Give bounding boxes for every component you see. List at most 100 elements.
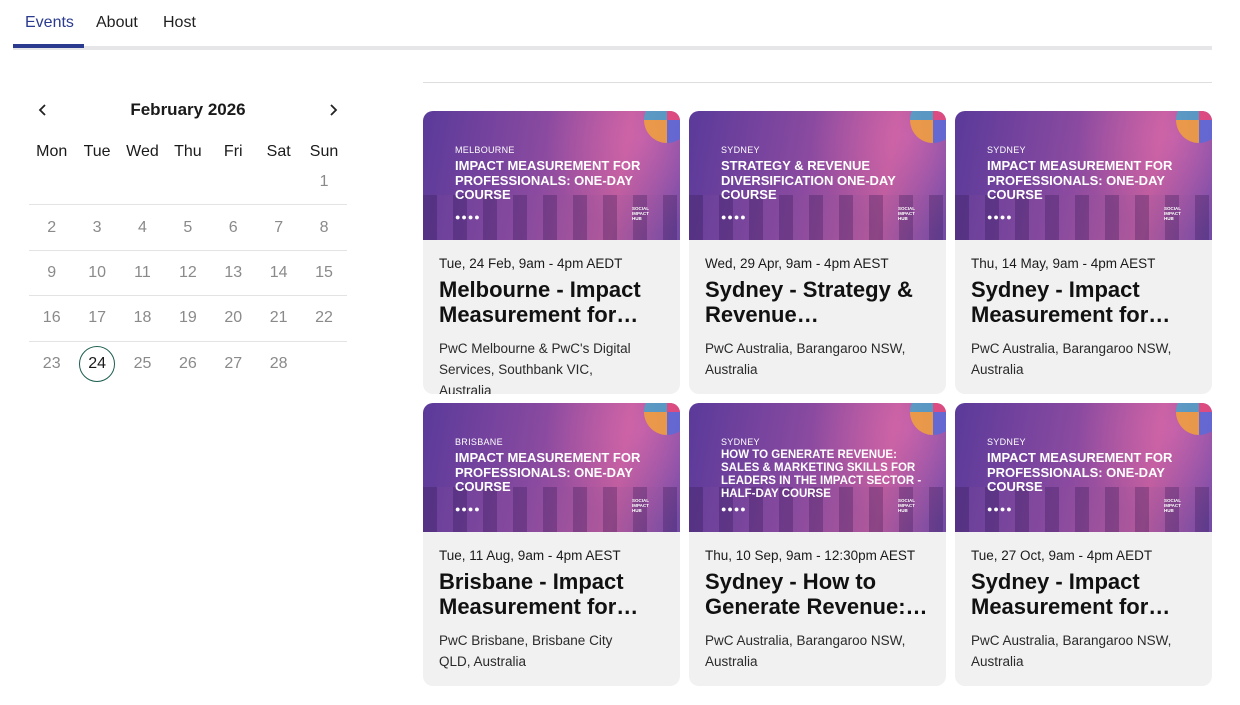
event-location: PwC Brisbane, Brisbane City QLD, Austral… — [439, 633, 613, 669]
event-location: PwC Melbourne & PwC's Digital Services, … — [439, 341, 631, 394]
event-date: Thu, 10 Sep, 9am - 12:30pm AEST — [705, 548, 916, 563]
banner-dots: ●●●● — [987, 212, 1013, 222]
calendar-week-row: 16 17 18 19 20 21 22 — [29, 296, 347, 342]
calendar-day[interactable]: 12 — [165, 255, 210, 291]
event-title[interactable]: Sydney - Strategy & Revenue Diversificat… — [705, 277, 935, 327]
banner-logo: SOCIAL IMPACT HUB — [1164, 498, 1181, 513]
event-card[interactable]: BRISBANE IMPACT MEASUREMENT FOR PROFESSI… — [423, 403, 680, 686]
event-title[interactable]: Sydney - Impact Measurement for Professi… — [971, 569, 1201, 619]
banner-logo: SOCIAL IMPACT HUB — [632, 498, 649, 513]
event-card[interactable]: SYDNEY HOW TO GENERATE REVENUE: SALES & … — [689, 403, 946, 686]
calendar-day[interactable]: 14 — [256, 255, 301, 291]
tab-host[interactable]: Host — [163, 14, 196, 32]
banner-title: IMPACT MEASUREMENT FOR PROFESSIONALS: ON… — [455, 158, 641, 202]
banner-dots: ●●●● — [987, 504, 1013, 514]
calendar-day[interactable]: 27 — [211, 346, 256, 382]
calendar-day[interactable]: 25 — [120, 346, 165, 382]
calendar-grid: 1 2 3 4 5 6 7 8 9 10 11 12 13 14 15 16 17 18 19 20 21 22 23 24 2… — [29, 160, 347, 387]
event-date: Wed, 29 Apr, 9am - 4pm AEST — [705, 256, 889, 271]
event-card[interactable]: SYDNEY STRATEGY & REVENUE DIVERSIFICATIO… — [689, 111, 946, 394]
calendar-day[interactable]: 4 — [120, 210, 165, 246]
calendar-day[interactable]: 9 — [29, 255, 74, 291]
calendar-day[interactable]: 20 — [211, 300, 256, 336]
calendar-week-row: 2345678 — [29, 205, 347, 251]
event-title[interactable]: Melbourne - Impact Measurement for Profe… — [439, 277, 669, 327]
tab-events[interactable]: Events — [25, 14, 74, 32]
banner-title: STRATEGY & REVENUE DIVERSIFICATION ONE-D… — [721, 158, 896, 202]
calendar-day[interactable]: 1 — [301, 164, 346, 200]
calendar-day[interactable]: 5 — [165, 210, 210, 246]
banner-title: HOW TO GENERATE REVENUE: SALES & MARKETI… — [721, 449, 922, 500]
event-banner-image: SYDNEY IMPACT MEASUREMENT FOR PROFESSION… — [955, 111, 1212, 240]
event-location: PwC Australia, Barangaroo NSW, Australia — [971, 341, 1172, 377]
next-month-button[interactable] — [323, 100, 343, 120]
event-banner-image: SYDNEY HOW TO GENERATE REVENUE: SALES & … — [689, 403, 946, 532]
event-title[interactable]: Sydney - How to Generate Revenue: Sales … — [705, 569, 935, 619]
banner-logo: SOCIAL IMPACT HUB — [898, 206, 915, 221]
banner-dots: ●●●● — [455, 212, 481, 222]
event-date: Thu, 14 May, 9am - 4pm AEST — [971, 256, 1156, 271]
banner-logo: SOCIAL IMPACT HUB — [898, 498, 915, 513]
calendar-day[interactable]: 22 — [301, 300, 346, 336]
weekday-label: Mon — [36, 143, 68, 160]
tab-about[interactable]: About — [96, 14, 138, 32]
event-card-body: Thu, 14 May, 9am - 4pm AEST Sydney - Imp… — [971, 256, 1201, 380]
banner-dots: ●●●● — [455, 504, 481, 514]
calendar-day[interactable]: 16 — [29, 300, 74, 336]
calendar-day[interactable]: 28 — [256, 346, 301, 382]
event-banner-image: SYDNEY STRATEGY & REVENUE DIVERSIFICATIO… — [689, 111, 946, 240]
calendar-day[interactable]: 26 — [165, 346, 210, 382]
calendar-week-row: 23 24 25 26 27 28 — [29, 342, 347, 387]
weekday-label: Thu — [174, 143, 202, 160]
banner-city: SYDNEY — [987, 437, 1026, 447]
event-card-body: Tue, 24 Feb, 9am - 4pm AEDT Melbourne - … — [439, 256, 669, 394]
calendar-day[interactable]: 23 — [29, 346, 74, 382]
calendar-weekdays: Mon Tue Wed Thu Fri Sat Sun — [29, 143, 347, 161]
banner-city: MELBOURNE — [455, 145, 515, 155]
events-divider — [423, 82, 1212, 83]
weekday-label: Tue — [83, 143, 111, 160]
calendar-header: February 2026 — [29, 96, 347, 126]
banner-dots: ●●●● — [721, 504, 747, 514]
event-card-body: Thu, 10 Sep, 9am - 12:30pm AEST Sydney -… — [705, 548, 935, 672]
calendar-month-label: February 2026 — [130, 100, 246, 119]
event-card[interactable]: SYDNEY IMPACT MEASUREMENT FOR PROFESSION… — [955, 403, 1212, 686]
calendar-empty-cell — [29, 164, 74, 200]
event-banner-image: BRISBANE IMPACT MEASUREMENT FOR PROFESSI… — [423, 403, 680, 532]
banner-logo: SOCIAL IMPACT HUB — [1164, 206, 1181, 221]
event-card[interactable]: SYDNEY IMPACT MEASUREMENT FOR PROFESSION… — [955, 111, 1212, 394]
calendar-week-row: 9 10 11 12 13 14 15 — [29, 251, 347, 297]
event-card-body: Tue, 27 Oct, 9am - 4pm AEDT Sydney - Imp… — [971, 548, 1201, 672]
calendar: February 2026 Mon Tue Wed Thu Fri Sat Su… — [29, 96, 347, 383]
event-card[interactable]: MELBOURNE IMPACT MEASUREMENT FOR PROFESS… — [423, 111, 680, 394]
today-indicator-ring — [79, 346, 116, 383]
calendar-empty-cell — [74, 164, 119, 200]
weekday-label: Sun — [309, 143, 339, 160]
calendar-day[interactable]: 6 — [211, 210, 256, 246]
calendar-day[interactable]: 18 — [120, 300, 165, 336]
banner-city: SYDNEY — [987, 145, 1026, 155]
calendar-day[interactable]: 21 — [256, 300, 301, 336]
chevron-right-icon — [330, 104, 338, 116]
event-location: PwC Australia, Barangaroo NSW, Australia — [705, 633, 906, 669]
event-banner-image: MELBOURNE IMPACT MEASUREMENT FOR PROFESS… — [423, 111, 680, 240]
banner-city: SYDNEY — [721, 145, 760, 155]
calendar-day[interactable]: 15 — [301, 255, 346, 291]
event-grid: MELBOURNE IMPACT MEASUREMENT FOR PROFESS… — [423, 111, 1212, 686]
calendar-day-today[interactable]: 24 — [74, 346, 119, 383]
calendar-day[interactable]: 17 — [74, 300, 119, 336]
calendar-day[interactable]: 7 — [256, 210, 301, 246]
calendar-day[interactable]: 13 — [211, 255, 256, 291]
calendar-day[interactable]: 8 — [301, 210, 346, 246]
weekday-label: Sat — [266, 143, 291, 160]
calendar-empty-cell — [120, 164, 165, 200]
calendar-day[interactable]: 2 — [29, 210, 74, 246]
active-tab-indicator — [13, 44, 84, 48]
calendar-day[interactable]: 10 — [74, 255, 119, 291]
event-title[interactable]: Brisbane - Impact Measurement for Profes… — [439, 569, 669, 619]
banner-title: IMPACT MEASUREMENT FOR PROFESSIONALS: ON… — [987, 450, 1173, 494]
event-title[interactable]: Sydney - Impact Measurement for Professi… — [971, 277, 1201, 327]
calendar-day[interactable]: 11 — [120, 255, 165, 291]
calendar-day[interactable]: 19 — [165, 300, 210, 336]
calendar-day[interactable]: 3 — [74, 210, 119, 246]
